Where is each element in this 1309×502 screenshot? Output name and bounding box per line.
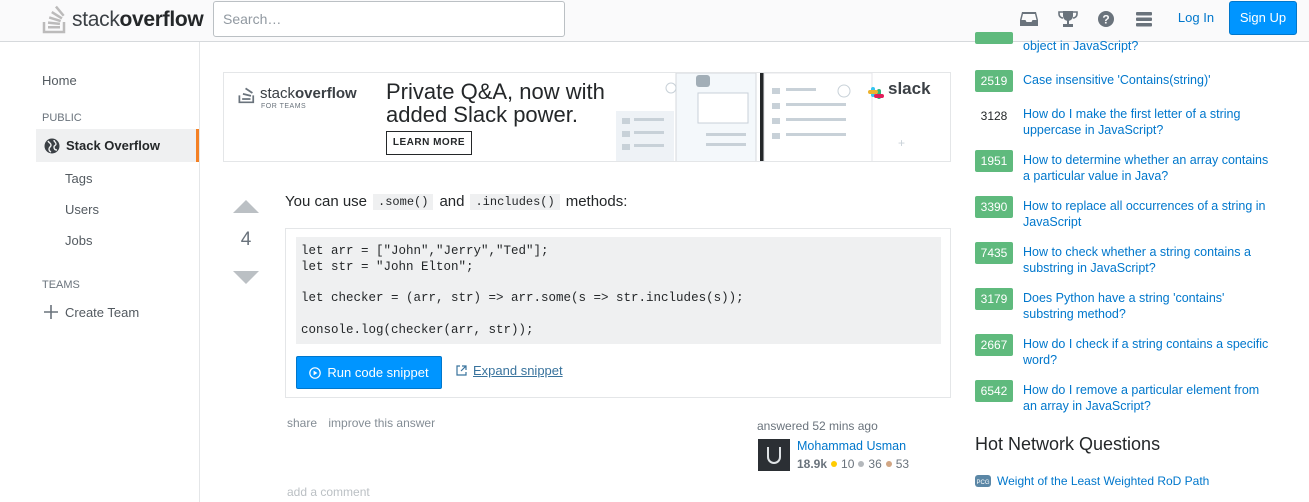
user-reputation: 18.9k 10 36 53	[797, 457, 909, 471]
code-snippet: let arr = ["John","Jerry","Ted"]; let st…	[285, 228, 951, 398]
share-link[interactable]: share	[287, 416, 317, 430]
vote-count: 4	[240, 229, 252, 250]
related-score-badge: 3179	[975, 288, 1013, 310]
create-team-label: Create Team	[65, 304, 140, 320]
answer-body: You can use .some() and .includes() meth…	[285, 193, 627, 210]
related-score-badge: 1951	[975, 150, 1013, 172]
stack-logo-icon	[238, 87, 255, 104]
code-block[interactable]: let arr = ["John","Jerry","Ted"]; let st…	[296, 237, 941, 344]
silver-badge-icon	[858, 461, 865, 467]
nav-stack-overflow[interactable]: Stack Overflow	[36, 129, 199, 162]
silver-badge-count: 36	[868, 457, 882, 471]
related-question[interactable]: 2519 Case insensitive 'Contains(string)'	[975, 70, 1275, 92]
related-score-badge: 2667	[975, 334, 1013, 356]
answered-timestamp: answered 52 mins ago	[757, 419, 878, 433]
left-sidebar: Home PUBLIC Stack Overflow Tags Users Jo…	[0, 42, 200, 502]
nav-home[interactable]: Home	[42, 73, 77, 88]
related-question-title[interactable]: How do I make the first letter of a stri…	[1023, 104, 1273, 138]
related-question[interactable]: 3128 How do I make the first letter of a…	[975, 104, 1275, 138]
related-question[interactable]: object in JavaScript?	[975, 32, 1275, 54]
create-team-link[interactable]: Create Team	[43, 304, 139, 320]
expand-snippet-label: Expand snippet	[473, 363, 563, 378]
site-switcher-icon[interactable]	[1134, 8, 1154, 30]
inbox-icon[interactable]	[1019, 8, 1039, 30]
post-menu: share improve this answer	[287, 416, 443, 430]
related-question-title[interactable]: Does Python have a string 'contains' sub…	[1023, 288, 1273, 322]
gold-badge-count: 10	[841, 457, 855, 471]
user-name-link[interactable]: Mohammad Usman	[797, 439, 906, 453]
hot-network-question-title[interactable]: Weight of the Least Weighted RoD Path	[997, 474, 1209, 488]
signup-button[interactable]: Sign Up	[1229, 1, 1297, 35]
bronze-badge-count: 53	[895, 457, 910, 471]
svg-text:PCG: PCG	[976, 480, 989, 486]
vote-up-icon[interactable]	[231, 199, 261, 214]
related-question[interactable]: 2667 How do I check if a string contains…	[975, 334, 1275, 368]
answer-text-end: methods:	[565, 193, 628, 210]
nav-tags[interactable]: Tags	[65, 171, 92, 186]
answer-text-mid: and	[439, 193, 465, 210]
related-score-badge: 6542	[975, 380, 1013, 402]
nav-users[interactable]: Users	[65, 202, 99, 217]
related-question[interactable]: 3390 How to replace all occurrences of a…	[975, 196, 1275, 230]
avatar[interactable]	[758, 439, 790, 471]
external-expand-icon	[456, 365, 467, 376]
related-question-title[interactable]: How do I remove a particular element fro…	[1023, 380, 1273, 414]
gold-badge-icon	[831, 461, 838, 467]
related-question-title[interactable]: object in JavaScript?	[1023, 38, 1273, 54]
teams-ad-banner[interactable]: stackoverflow FOR TEAMS Private Q&A, now…	[223, 72, 951, 162]
related-question-title[interactable]: How to check whether a string contains a…	[1023, 242, 1273, 276]
reputation-score: 18.9k	[797, 457, 828, 471]
related-question[interactable]: 1951 How to determine whether an array c…	[975, 150, 1275, 184]
ad-headline-line-1: Private Q&A, now with	[386, 79, 605, 104]
related-score-badge: 7435	[975, 242, 1013, 264]
hot-network-questions-heading: Hot Network Questions	[975, 434, 1161, 454]
teams-ad-wordmark: stackoverflow	[260, 85, 357, 102]
search-input[interactable]	[213, 1, 565, 37]
ad-partner-label: slack	[888, 79, 931, 98]
nav-section-public: PUBLIC	[42, 112, 82, 124]
svg-text:?: ?	[1102, 13, 1109, 27]
play-circle-icon	[309, 366, 322, 379]
inline-code-includes: .includes()	[470, 193, 560, 210]
related-score-badge: 3128	[975, 104, 1013, 126]
vote-down-icon[interactable]	[231, 270, 261, 285]
site-favicon-icon: PCG	[975, 475, 991, 487]
run-code-snippet-button[interactable]: Run code snippet	[296, 356, 442, 389]
expand-snippet-link[interactable]: Expand snippet	[456, 363, 563, 378]
trophy-icon[interactable]	[1058, 8, 1078, 30]
related-question-title[interactable]: Case insensitive 'Contains(string)'	[1023, 70, 1273, 92]
answer-text-start: You can use	[285, 193, 368, 210]
site-logo[interactable]: stackoverflow	[42, 4, 204, 36]
nav-section-teams: TEAMS	[42, 279, 80, 291]
related-question-title[interactable]: How do I check if a string contains a sp…	[1023, 334, 1273, 368]
related-question[interactable]: 7435 How to check whether a string conta…	[975, 242, 1275, 276]
add-comment-link[interactable]: add a comment	[287, 485, 370, 499]
related-question[interactable]: 3179 Does Python have a string 'contains…	[975, 288, 1275, 322]
related-score-badge	[975, 32, 1013, 44]
nav-active-label: Stack Overflow	[66, 138, 160, 153]
related-question[interactable]: 6542 How do I remove a particular elemen…	[975, 380, 1275, 414]
inline-code-some: .some()	[373, 193, 434, 210]
plus-icon	[44, 305, 58, 319]
nav-jobs[interactable]: Jobs	[65, 233, 92, 248]
related-question-title[interactable]: How to replace all occurrences of a stri…	[1023, 196, 1273, 230]
svg-text:+: +	[898, 136, 905, 150]
related-score-badge: 3390	[975, 196, 1013, 218]
teams-ad-sublabel: FOR TEAMS	[261, 103, 307, 110]
logo-wordmark: stackoverflow	[72, 8, 204, 31]
learn-more-button[interactable]: LEARN MORE	[386, 131, 472, 155]
globe-icon	[44, 138, 60, 153]
ad-headline: Private Q&A, now with added Slack power.	[386, 80, 605, 126]
bronze-badge-icon	[885, 461, 892, 467]
login-link[interactable]: Log In	[1170, 4, 1222, 34]
related-score-badge: 2519	[975, 70, 1013, 92]
stack-logo-icon	[42, 5, 66, 34]
related-question-title[interactable]: How to determine whether an array contai…	[1023, 150, 1273, 184]
improve-answer-link[interactable]: improve this answer	[328, 416, 435, 430]
help-icon[interactable]: ?	[1096, 8, 1116, 30]
hot-network-question[interactable]: PCG Weight of the Least Weighted RoD Pat…	[975, 473, 1209, 489]
ad-headline-line-2: added Slack power.	[386, 102, 579, 127]
run-code-label: Run code snippet	[327, 365, 429, 380]
